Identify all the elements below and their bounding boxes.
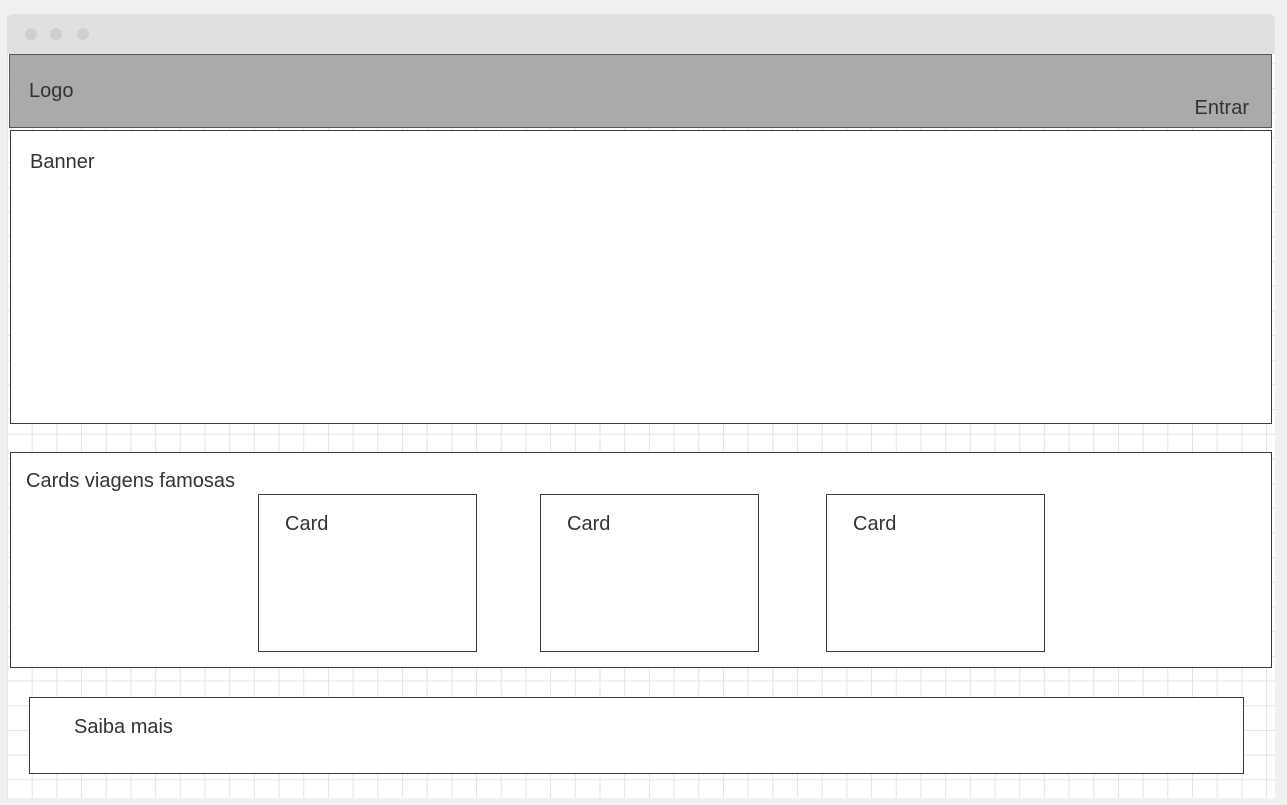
card-label: Card <box>567 513 611 535</box>
card-label: Card <box>853 513 897 535</box>
trip-card[interactable]: Card <box>540 494 759 652</box>
saiba-mais-section[interactable]: Saiba mais <box>29 697 1244 774</box>
cards-section: Cards viagens famosas Card Card Card <box>10 452 1272 668</box>
trip-card[interactable]: Card <box>258 494 477 652</box>
banner-label: Banner <box>30 151 95 173</box>
window-close-dot[interactable] <box>25 28 37 40</box>
window-titlebar <box>7 14 1275 54</box>
card-label: Card <box>285 513 329 535</box>
saiba-mais-label: Saiba mais <box>74 716 173 738</box>
cards-section-title: Cards viagens famosas <box>26 470 235 492</box>
site-header: Logo Entrar <box>9 54 1272 128</box>
banner-section: Banner <box>10 130 1272 424</box>
logo-placeholder[interactable]: Logo <box>29 80 74 103</box>
browser-window: Logo Entrar Banner Cards viagens famosas… <box>7 14 1275 798</box>
trip-card[interactable]: Card <box>826 494 1045 652</box>
login-link[interactable]: Entrar <box>1195 97 1249 120</box>
window-minimize-dot[interactable] <box>50 28 62 40</box>
window-maximize-dot[interactable] <box>77 28 89 40</box>
